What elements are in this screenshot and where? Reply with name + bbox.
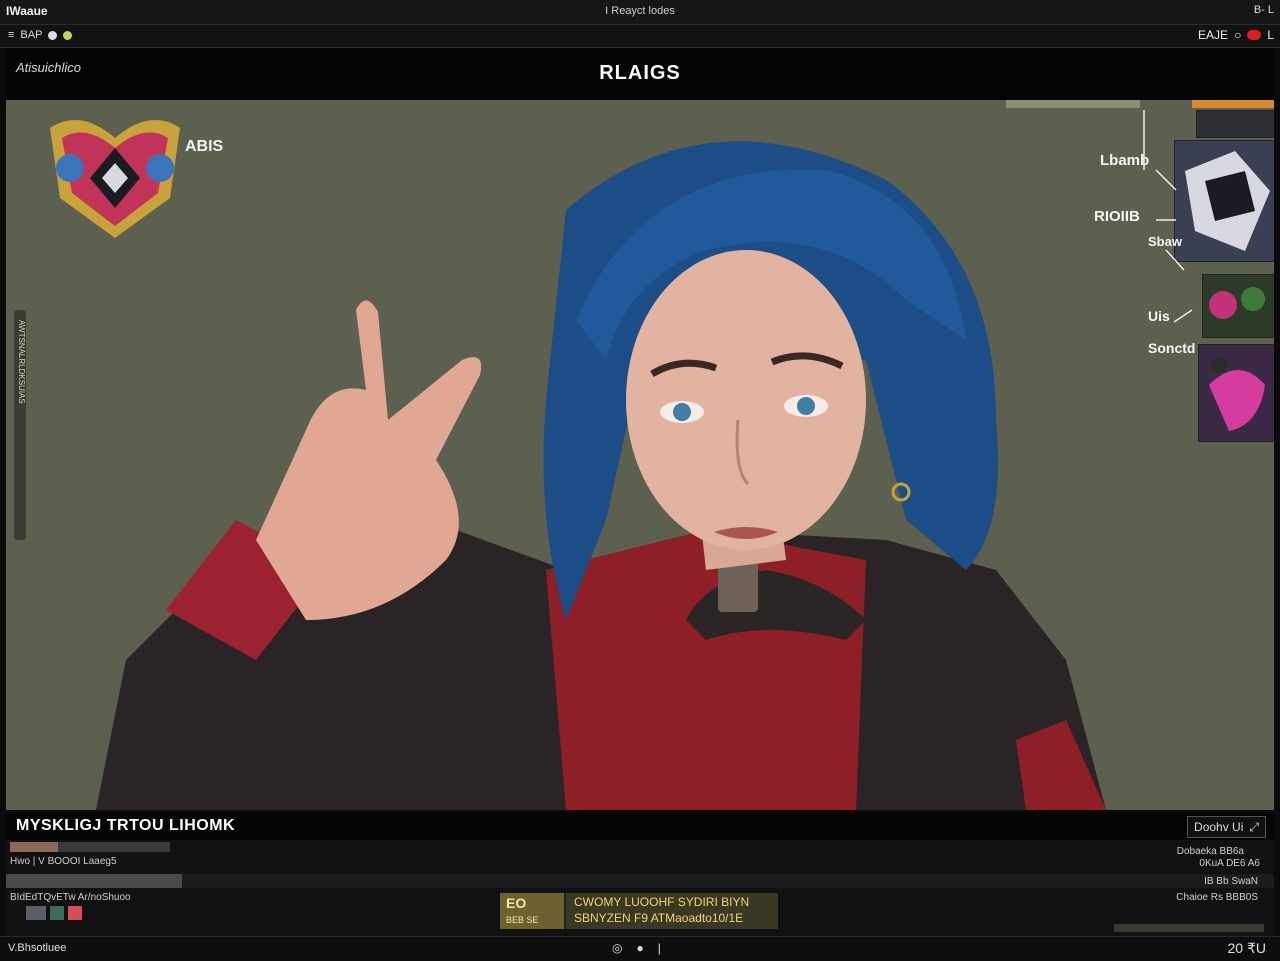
record-small-icon[interactable]	[68, 906, 82, 920]
panel-button[interactable]: Doohv Ui ⤢	[1187, 816, 1266, 838]
toolbar: ≡ BAP EAJE ○ L	[0, 25, 1280, 48]
annotation-leader-lines	[1143, 110, 1193, 323]
toolbar-right-icon[interactable]: L	[1267, 28, 1274, 42]
emblem-logo	[50, 120, 180, 238]
row-3-text: BIdEdTQvETw Ar/noShuoo	[10, 892, 131, 903]
annotation-5: Sonctd	[1148, 340, 1196, 356]
row-1-right: Dobaeka BB6a	[1176, 846, 1244, 857]
info-box-left-sub: BEB SE	[506, 915, 539, 925]
page-title: RLAIGS	[599, 62, 681, 84]
top-right-bar	[1006, 100, 1140, 108]
info-line-1: CWOMY LUOOHF SYDIRI BIYN	[574, 895, 750, 909]
status-bar: V.Bhsotluee ◎ ● | 20 ₹U	[0, 936, 1280, 961]
canvas-viewport[interactable]: AWTSNALRLDKSUIAS Lbamb RIOIIB Sbaw Uis S…	[6, 100, 1274, 810]
character-illustration	[96, 141, 1106, 810]
info-icon[interactable]: ●	[636, 941, 643, 955]
panel-title: MYSKLIGJ TRTOU LIHOMK	[16, 817, 236, 834]
status-dot-icon[interactable]	[48, 30, 58, 40]
collar-buckle	[718, 562, 758, 612]
divider-icon: |	[657, 941, 661, 955]
thumbnail-4-art	[1209, 357, 1265, 431]
color-dot-icon[interactable]	[63, 30, 73, 40]
thumbnail-3-art	[1209, 287, 1265, 319]
title-bar: IWaaue I Reayct lodes B- L	[0, 0, 1280, 25]
panel-header: MYSKLIGJ TRTOU LIHOMK Doohv Ui ⤢	[6, 812, 1274, 840]
info-box-left-title: EO	[506, 895, 527, 911]
row-1-right-2: 0KuA DE6 A6	[1199, 858, 1260, 869]
annotation-2: RIOIIB	[1094, 208, 1140, 225]
thumbnail-4[interactable]	[1198, 344, 1274, 442]
emblem-label: ABIS	[185, 138, 224, 155]
window-controls[interactable]: B- L	[1254, 4, 1274, 16]
menu-icon[interactable]: ≡	[8, 29, 14, 41]
info-box-right: CWOMY LUOOHF SYDIRI BIYN SBNYZEN F9 ATMa…	[566, 893, 778, 929]
progress-fill	[10, 842, 58, 852]
info-line-2: SBNYZEN F9 ATMaoadto10/1E	[574, 911, 744, 925]
side-ruler-text: AWTSNALRLDKSUIAS	[17, 320, 26, 404]
header: Atisuichlico RLAIGS	[6, 48, 1274, 100]
toolbar-right-label[interactable]: EAJE	[1198, 28, 1228, 42]
bottom-icon-row	[26, 906, 82, 920]
toolbar-left-label[interactable]: BAP	[20, 29, 42, 41]
record-icon[interactable]	[1247, 30, 1262, 40]
status-left: V.Bhsotluee	[8, 942, 67, 954]
row-2-right: IB Bb SwaN	[1204, 876, 1258, 887]
side-ruler: AWTSNALRLDKSUIAS	[14, 310, 26, 540]
scrub-handle[interactable]	[6, 874, 182, 888]
refresh-icon[interactable]: ◎	[612, 941, 622, 955]
panel-button-label: Doohv Ui	[1194, 820, 1244, 834]
info-box-left: EO BEB SE	[500, 893, 564, 929]
window-title: I Reayct lodes	[605, 5, 675, 17]
row-1-text: Hwo | V BOOOI Laaeg5	[10, 856, 117, 867]
scrub-bar[interactable]	[6, 874, 1274, 888]
status-right: 20 ₹U	[1227, 940, 1266, 956]
status-center: ◎ ● |	[612, 941, 661, 955]
thumbnail-1[interactable]	[1196, 110, 1274, 138]
row-3-right: Chaioe Rs BBB0S	[1176, 892, 1258, 903]
layer-icon[interactable]	[50, 906, 64, 920]
thumbnail-icon[interactable]	[26, 906, 46, 920]
thumbnail-3[interactable]	[1202, 274, 1274, 338]
toolbar-left: ≡ BAP	[8, 29, 73, 41]
toolbar-right: EAJE ○ L	[1198, 28, 1274, 42]
progress-track	[10, 842, 170, 852]
circle-icon[interactable]: ○	[1234, 28, 1241, 42]
orange-tab[interactable]	[1192, 100, 1274, 108]
expand-icon: ⤢	[1249, 819, 1259, 834]
mini-bar	[1114, 924, 1264, 932]
info-box: EO BEB SE CWOMY LUOOHF SYDIRI BIYN SBNYZ…	[500, 893, 778, 929]
